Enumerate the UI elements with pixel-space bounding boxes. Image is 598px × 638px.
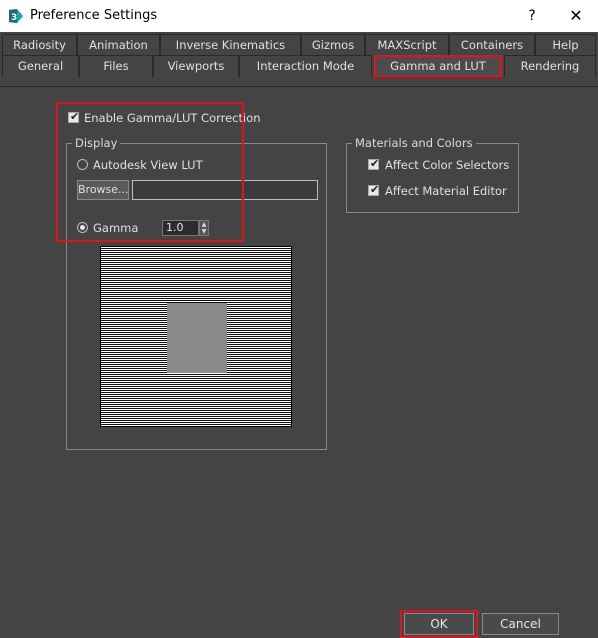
tab-gamma-and-lut[interactable]: Gamma and LUT (374, 55, 502, 77)
lut-path-field[interactable] (132, 180, 318, 200)
help-icon[interactable]: ? (522, 6, 542, 26)
tab-viewports[interactable]: Viewports (153, 55, 239, 77)
browse-button[interactable]: Browse... (77, 180, 129, 200)
tab-rendering[interactable]: Rendering (504, 55, 596, 77)
check-icon: ✔ (70, 110, 80, 123)
svg-text:3: 3 (11, 13, 17, 23)
check-icon: ✔ (370, 183, 380, 196)
ok-button[interactable]: OK (404, 613, 474, 635)
materials-colors-group: Materials and Colors (346, 136, 519, 213)
gamma-label: Gamma (93, 221, 139, 235)
enable-gamma-label: Enable Gamma/LUT Correction (84, 111, 261, 125)
affect-material-editor-checkbox[interactable]: ✔ (368, 183, 380, 196)
tab-divider (0, 86, 598, 87)
tab-help[interactable]: Help (535, 34, 596, 56)
materials-colors-title: Materials and Colors (352, 136, 476, 150)
tab-general[interactable]: General (2, 55, 79, 77)
tab-inverse-kinematics[interactable]: Inverse Kinematics (160, 34, 301, 56)
app-icon: 3 (9, 9, 23, 23)
tab-radiosity[interactable]: Radiosity (2, 34, 77, 56)
tab-interaction-mode[interactable]: Interaction Mode (239, 55, 372, 77)
cancel-button[interactable]: Cancel (482, 613, 559, 635)
title-bar: 3 Preference Settings ? ✕ (0, 0, 598, 32)
autodesk-view-lut-radio[interactable] (77, 159, 88, 170)
gamma-radio[interactable] (77, 222, 88, 233)
affect-color-selectors-label: Affect Color Selectors (385, 158, 510, 172)
affect-material-editor-label: Affect Material Editor (385, 184, 507, 198)
tab-animation[interactable]: Animation (77, 34, 160, 56)
autodesk-view-lut-label: Autodesk View LUT (93, 158, 203, 172)
check-icon: ✔ (370, 157, 380, 170)
enable-gamma-checkbox[interactable]: ✔ (68, 110, 80, 123)
tab-maxscript[interactable]: MAXScript (365, 34, 449, 56)
gamma-spinner-arrows[interactable]: ▲ ▼ (199, 220, 209, 236)
gamma-preview-pattern (100, 246, 292, 427)
window-title: Preference Settings (30, 8, 158, 23)
preference-dialog: Radiosity Animation Inverse Kinematics G… (0, 32, 598, 638)
tab-gizmos[interactable]: Gizmos (301, 34, 365, 56)
tab-containers[interactable]: Containers (449, 34, 535, 56)
gamma-value-field[interactable]: 1.0 (162, 220, 199, 236)
close-icon[interactable]: ✕ (566, 6, 586, 26)
affect-color-selectors-checkbox[interactable]: ✔ (368, 157, 380, 170)
gamma-preview-center-patch (167, 303, 227, 373)
display-group-title: Display (72, 136, 121, 150)
tab-files[interactable]: Files (79, 55, 153, 77)
